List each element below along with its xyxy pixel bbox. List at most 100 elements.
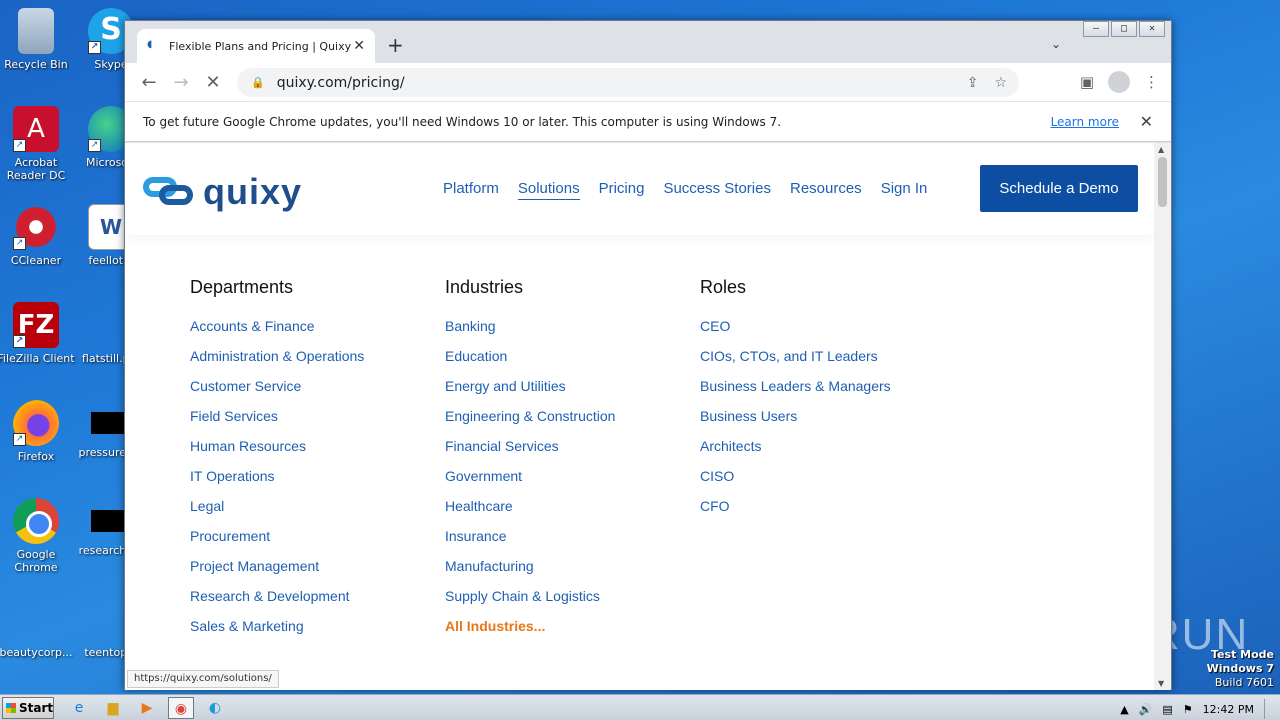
menu-link[interactable]: Manufacturing xyxy=(445,557,700,587)
scrollbar-thumb[interactable] xyxy=(1158,157,1167,207)
menu-link[interactable]: Administration & Operations xyxy=(190,347,445,377)
profile-avatar-icon[interactable] xyxy=(1108,71,1130,93)
menu-link[interactable]: Supply Chain & Logistics xyxy=(445,587,700,617)
desktop-icon-ccleaner[interactable]: ↗ CCleaner xyxy=(0,204,75,267)
nav-platform[interactable]: Platform xyxy=(443,180,499,200)
menu-link[interactable]: Energy and Utilities xyxy=(445,377,700,407)
nav-solutions[interactable]: Solutions xyxy=(517,180,580,200)
infobar-close-icon[interactable]: ✕ xyxy=(1140,112,1153,131)
menu-link[interactable]: Human Resources xyxy=(190,437,445,467)
quixy-logo[interactable]: quixy xyxy=(143,171,302,213)
nav-success-stories[interactable]: Success Stories xyxy=(663,180,771,200)
desktop-icon-label: Firefox xyxy=(17,450,55,463)
address-bar[interactable]: 🔒 quixy.com/pricing/ ⇪ ☆ xyxy=(237,68,1019,97)
side-panel-icon[interactable]: ▣ xyxy=(1080,73,1094,91)
nav-pricing[interactable]: Pricing xyxy=(599,180,645,200)
departments-heading: Departments xyxy=(190,277,294,297)
stop-loading-icon[interactable]: ✕ xyxy=(197,72,229,93)
tray-expand-icon[interactable]: ▲ xyxy=(1120,703,1128,716)
industries-heading: Industries xyxy=(445,277,524,297)
menu-link[interactable]: CFO xyxy=(700,497,955,527)
show-desktop-button[interactable] xyxy=(1264,699,1272,719)
menu-link[interactable]: Architects xyxy=(700,437,955,467)
desktop-icon-label: beautycorp... xyxy=(0,646,73,659)
tab-title: Flexible Plans and Pricing | Quixy xyxy=(169,39,352,53)
share-icon[interactable]: ⇪ xyxy=(967,75,979,91)
ie-icon[interactable]: e xyxy=(66,697,92,719)
clock[interactable]: 12:42 PM xyxy=(1203,703,1254,716)
menu-link[interactable]: Insurance xyxy=(445,527,700,557)
menu-link[interactable]: Accounts & Finance xyxy=(190,317,445,347)
industries-column: Industries Banking Education Energy and … xyxy=(445,277,700,647)
scroll-up-icon[interactable]: ▲ xyxy=(1158,145,1164,154)
network-icon[interactable]: ▤ xyxy=(1162,703,1172,716)
all-industries-link[interactable]: All Industries... xyxy=(445,617,700,647)
menu-link[interactable]: Research & Development xyxy=(190,587,445,617)
menu-link[interactable]: Banking xyxy=(445,317,700,347)
browser-toolbar: ← → ✕ 🔒 quixy.com/pricing/ ⇪ ☆ ▣ ⋮ xyxy=(125,63,1171,101)
menu-link[interactable]: Engineering & Construction xyxy=(445,407,700,437)
system-tray: ▲ 🔊 ▤ ⚑ 12:42 PM xyxy=(1120,699,1272,719)
menu-link[interactable]: Sales & Marketing xyxy=(190,617,445,647)
menu-link[interactable]: CEO xyxy=(700,317,955,347)
menu-link[interactable]: Healthcare xyxy=(445,497,700,527)
schedule-demo-button[interactable]: Schedule a Demo xyxy=(980,165,1138,212)
desktop-icon-file[interactable]: beautycorp... xyxy=(0,596,75,659)
browser-tab[interactable]: ◖ Flexible Plans and Pricing | Quixy ✕ xyxy=(137,29,375,63)
menu-kebab-icon[interactable]: ⋮ xyxy=(1144,73,1159,91)
edge-taskbar-icon[interactable]: ◐ xyxy=(202,697,228,719)
lock-icon: 🔒 xyxy=(251,76,265,89)
minimize-button[interactable]: – xyxy=(1083,21,1109,37)
desktop-icon-acrobat[interactable]: A ↗ Acrobat Reader DC xyxy=(0,106,75,182)
menu-link[interactable]: Legal xyxy=(190,497,445,527)
desktop-icon-label: FileZilla Client xyxy=(0,352,75,365)
menu-link[interactable]: CIOs, CTOs, and IT Leaders xyxy=(700,347,955,377)
browser-window: – □ ✕ ◖ Flexible Plans and Pricing | Qui… xyxy=(124,20,1172,690)
menu-link[interactable]: Government xyxy=(445,467,700,497)
learn-more-link[interactable]: Learn more xyxy=(1051,115,1119,129)
close-window-button[interactable]: ✕ xyxy=(1139,21,1165,37)
menu-link[interactable]: Field Services xyxy=(190,407,445,437)
logo-text: quixy xyxy=(203,171,303,212)
menu-link[interactable]: Business Leaders & Managers xyxy=(700,377,955,407)
test-mode-label: Test Mode Windows 7 Build 7601 xyxy=(1207,648,1274,690)
action-center-flag-icon[interactable]: ⚑ xyxy=(1183,703,1193,716)
desktop-icon-firefox[interactable]: ↗ Firefox xyxy=(0,400,75,463)
forward-arrow-icon[interactable]: → xyxy=(165,72,197,93)
new-tab-button[interactable]: + xyxy=(387,33,404,57)
update-infobar: To get future Google Chrome updates, you… xyxy=(125,101,1171,142)
menu-link[interactable]: Procurement xyxy=(190,527,445,557)
tab-search-chevron-icon[interactable]: ⌄ xyxy=(1051,37,1061,51)
back-arrow-icon[interactable]: ← xyxy=(133,72,165,93)
tab-close-icon[interactable]: ✕ xyxy=(353,38,365,54)
menu-link[interactable]: Education xyxy=(445,347,700,377)
desktop-icon-filezilla[interactable]: FZ ↗ FileZilla Client xyxy=(0,302,75,365)
roles-heading: Roles xyxy=(700,277,747,297)
maximize-button[interactable]: □ xyxy=(1111,21,1137,37)
departments-column: Departments Accounts & Finance Administr… xyxy=(190,277,445,647)
chrome-taskbar-icon[interactable]: ◉ xyxy=(168,697,194,719)
start-button[interactable]: Start xyxy=(2,697,54,719)
explorer-folder-icon[interactable]: ▆ xyxy=(100,697,126,719)
desktop-icon-recycle-bin[interactable]: Recycle Bin xyxy=(0,8,75,71)
menu-link[interactable]: CISO xyxy=(700,467,955,497)
menu-link[interactable]: Project Management xyxy=(190,557,445,587)
bookmark-star-icon[interactable]: ☆ xyxy=(994,75,1007,91)
desktop-icon-label: Acrobat Reader DC xyxy=(6,156,66,182)
nav-resources[interactable]: Resources xyxy=(790,180,862,200)
desktop-icon-label: Google Chrome xyxy=(14,548,58,574)
menu-link[interactable]: Business Users xyxy=(700,407,955,437)
menu-link[interactable]: Financial Services xyxy=(445,437,700,467)
file-icon xyxy=(13,596,59,642)
menu-link[interactable]: IT Operations xyxy=(190,467,445,497)
page-scrollbar[interactable]: ▲ ▼ xyxy=(1154,143,1171,690)
scroll-down-icon[interactable]: ▼ xyxy=(1158,679,1164,688)
test-mode-line: Windows 7 xyxy=(1206,662,1274,675)
volume-icon[interactable]: 🔊 xyxy=(1139,703,1153,716)
test-mode-line: Build 7601 xyxy=(1214,676,1274,689)
nav-sign-in[interactable]: Sign In xyxy=(881,180,928,200)
quixy-favicon-icon: ◖ xyxy=(147,39,153,50)
menu-link[interactable]: Customer Service xyxy=(190,377,445,407)
desktop-icon-chrome[interactable]: Google Chrome xyxy=(0,498,75,574)
media-player-icon[interactable]: ▶ xyxy=(134,697,160,719)
